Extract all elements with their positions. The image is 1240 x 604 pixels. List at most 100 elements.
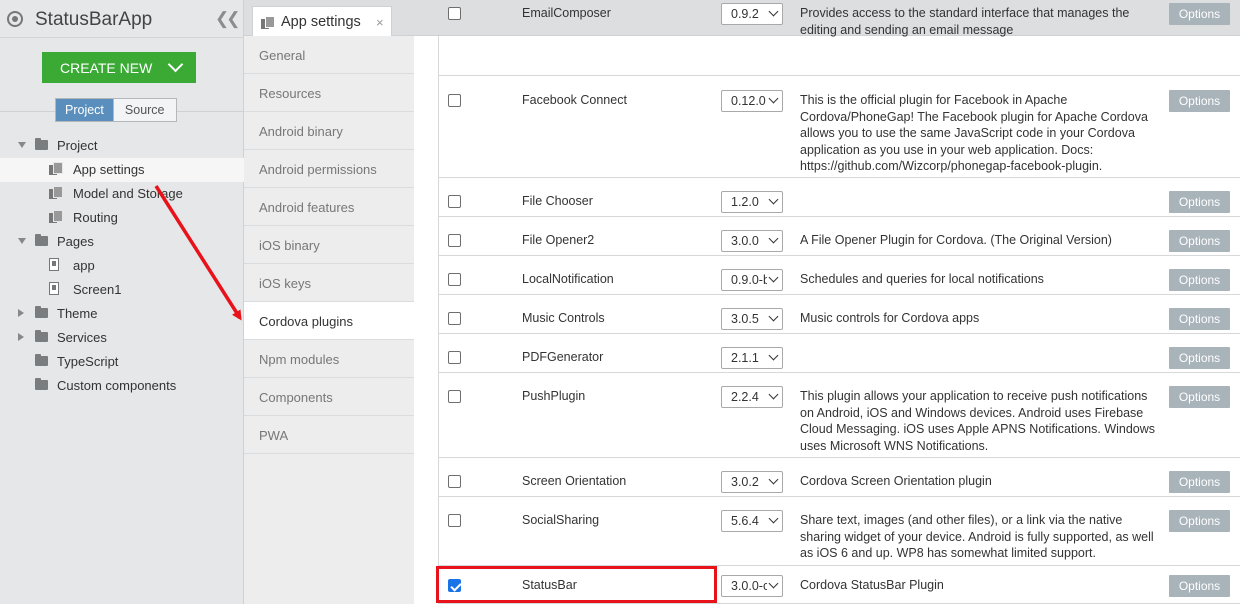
chevron-down-icon bbox=[768, 389, 779, 400]
chevron-down-icon bbox=[768, 350, 779, 361]
plugin-options-button[interactable]: Options bbox=[1169, 230, 1230, 252]
plugin-options-button[interactable]: Options bbox=[1169, 471, 1230, 493]
plugin-options-button[interactable]: Options bbox=[1169, 347, 1230, 369]
plugin-checkbox[interactable] bbox=[448, 195, 461, 208]
settings-nav-item[interactable]: Resources bbox=[244, 74, 414, 112]
chevron-down-icon bbox=[768, 93, 779, 104]
page-icon bbox=[49, 282, 59, 295]
plugin-description: This plugin allows your application to r… bbox=[800, 389, 1156, 453]
settings-file-icon bbox=[49, 186, 63, 200]
settings-nav-item[interactable]: Android permissions bbox=[244, 150, 414, 188]
plugin-version-select[interactable]: 3.0.0 bbox=[721, 230, 783, 252]
plugin-row: SocialSharing 5.6.4 Share text, images (an… bbox=[439, 497, 1240, 566]
settings-nav-item[interactable]: PWA bbox=[244, 416, 414, 454]
page-icon bbox=[49, 258, 59, 271]
plugin-version-select[interactable]: 3.0.2 bbox=[721, 471, 783, 493]
plugin-version-select[interactable]: 0.9.2 bbox=[721, 3, 783, 25]
plugin-checkbox[interactable] bbox=[448, 273, 461, 286]
settings-nav-item[interactable]: Android features bbox=[244, 188, 414, 226]
plugin-name: File Chooser bbox=[522, 194, 593, 208]
chevron-down-icon bbox=[768, 578, 779, 589]
plugin-options-button[interactable]: Options bbox=[1169, 3, 1230, 25]
caret-down-icon[interactable] bbox=[18, 238, 26, 244]
plugin-checkbox[interactable] bbox=[448, 351, 461, 364]
app-logo-icon bbox=[7, 11, 23, 27]
plugin-version-select[interactable]: 2.2.4 bbox=[721, 386, 783, 408]
settings-file-icon bbox=[49, 210, 63, 224]
tree-item[interactable]: Theme bbox=[0, 302, 244, 326]
tree-item-label: Project bbox=[57, 138, 98, 153]
plugin-version-select[interactable]: 2.1.1 bbox=[721, 347, 783, 369]
plugin-options-button[interactable]: Options bbox=[1169, 269, 1230, 291]
plugin-row: File Opener2 3.0.0 A File Opener Plugin fo… bbox=[439, 217, 1240, 256]
plugin-row: PushPlugin 2.2.4 This plugin allows your a… bbox=[439, 373, 1240, 458]
settings-nav-item[interactable]: Android binary bbox=[244, 112, 414, 150]
tree-item[interactable]: Routing bbox=[0, 206, 244, 230]
plugin-options-button[interactable]: Options bbox=[1169, 191, 1230, 213]
plugin-row: EmailComposer 0.9.2 Provides access to the… bbox=[439, 0, 1240, 76]
plugin-version-value: 3.0.2 bbox=[731, 475, 759, 489]
chevron-down-icon bbox=[768, 311, 779, 322]
create-new-button[interactable]: CREATE NEW bbox=[42, 52, 196, 83]
caret-right-icon[interactable] bbox=[18, 309, 24, 317]
plugin-version-select[interactable]: 3.0.0-c bbox=[721, 575, 783, 597]
folder-icon bbox=[35, 378, 48, 390]
plugin-row: PDFGenerator 2.1.1 Options bbox=[439, 334, 1240, 373]
tree-item-label: Custom components bbox=[57, 378, 177, 393]
tree-item[interactable]: TypeScript bbox=[0, 350, 244, 374]
plugin-version-select[interactable]: 1.2.0 bbox=[721, 191, 783, 213]
tree-item[interactable]: App settings bbox=[0, 158, 244, 182]
plugin-version-select[interactable]: 3.0.5 bbox=[721, 308, 783, 330]
plugin-description: Provides access to the standard interfac… bbox=[800, 6, 1130, 37]
settings-file-icon bbox=[261, 16, 275, 30]
tree-item[interactable]: Services bbox=[0, 326, 244, 350]
plugin-options-button[interactable]: Options bbox=[1169, 510, 1230, 532]
folder-icon bbox=[35, 354, 48, 366]
chevron-down-icon bbox=[768, 194, 779, 205]
plugin-options-button[interactable]: Options bbox=[1169, 575, 1230, 597]
folder-icon bbox=[35, 330, 48, 342]
plugin-checkbox[interactable] bbox=[448, 94, 461, 107]
plugin-row: File Chooser 1.2.0 Options bbox=[439, 178, 1240, 217]
plugin-options-button[interactable]: Options bbox=[1169, 386, 1230, 408]
plugin-name: SocialSharing bbox=[522, 513, 600, 527]
plugin-version-select[interactable]: 5.6.4 bbox=[721, 510, 783, 532]
tree-item[interactable]: Model and Storage bbox=[0, 182, 244, 206]
caret-right-icon[interactable] bbox=[18, 333, 24, 341]
folder-icon bbox=[35, 138, 48, 150]
plugin-checkbox[interactable] bbox=[448, 312, 461, 325]
tab-project[interactable]: Project bbox=[56, 99, 113, 121]
settings-nav-item[interactable]: iOS binary bbox=[244, 226, 414, 264]
plugin-checkbox[interactable] bbox=[448, 234, 461, 247]
plugin-checkbox[interactable] bbox=[448, 390, 461, 403]
settings-nav-item[interactable]: Cordova plugins bbox=[244, 302, 414, 340]
plugin-version-value: 0.9.2 bbox=[731, 7, 759, 21]
tree-item[interactable]: Screen1 bbox=[0, 278, 244, 302]
tab-app-settings[interactable]: App settings × bbox=[252, 6, 392, 37]
plugin-row: Facebook Connect 0.12.0 This is the offici… bbox=[439, 76, 1240, 178]
tree-item[interactable]: Custom components bbox=[0, 374, 244, 398]
plugin-checkbox[interactable] bbox=[448, 475, 461, 488]
tree-item[interactable]: Pages bbox=[0, 230, 244, 254]
tree-item[interactable]: app bbox=[0, 254, 244, 278]
collapse-sidebar-icon[interactable]: ❮❮ bbox=[215, 9, 240, 29]
plugin-name: Facebook Connect bbox=[522, 93, 627, 107]
plugin-options-button[interactable]: Options bbox=[1169, 308, 1230, 330]
tab-source[interactable]: Source bbox=[112, 99, 176, 121]
settings-nav-item[interactable]: iOS keys bbox=[244, 264, 414, 302]
close-icon[interactable]: × bbox=[376, 15, 384, 30]
plugin-checkbox[interactable] bbox=[448, 7, 461, 20]
tree-item[interactable]: Project bbox=[0, 134, 244, 158]
plugin-options-button[interactable]: Options bbox=[1169, 90, 1230, 112]
settings-nav-item[interactable]: General bbox=[244, 36, 414, 74]
caret-down-icon[interactable] bbox=[18, 142, 26, 148]
settings-nav-item[interactable]: Components bbox=[244, 378, 414, 416]
tree-item-label: Routing bbox=[73, 210, 118, 225]
settings-nav-item[interactable]: Npm modules bbox=[244, 340, 414, 378]
app-header: StatusBarApp ❮❮ bbox=[0, 0, 244, 38]
tree-item-label: TypeScript bbox=[57, 354, 119, 369]
settings-file-icon bbox=[49, 162, 63, 176]
plugin-version-select[interactable]: 0.9.0-b bbox=[721, 269, 783, 291]
plugin-checkbox[interactable] bbox=[448, 514, 461, 527]
plugin-version-select[interactable]: 0.12.0 bbox=[721, 90, 783, 112]
